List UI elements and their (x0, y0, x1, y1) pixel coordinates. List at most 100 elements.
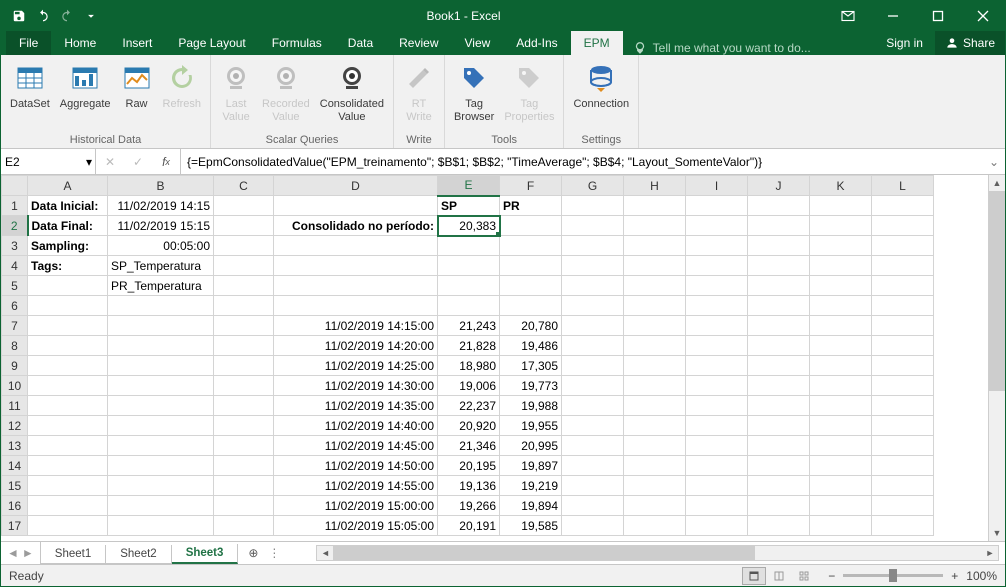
row-header-12[interactable]: 12 (2, 416, 28, 436)
cell-G12[interactable] (562, 416, 624, 436)
cell-H4[interactable] (624, 256, 686, 276)
cell-C1[interactable] (214, 196, 274, 216)
cell-F1[interactable]: PR (500, 196, 562, 216)
cell-K17[interactable] (810, 516, 872, 536)
cell-F2[interactable] (500, 216, 562, 236)
column-header-A[interactable]: A (28, 176, 108, 196)
cell-D9[interactable]: 11/02/2019 14:25:00 (274, 356, 438, 376)
cell-I10[interactable] (686, 376, 748, 396)
cell-B12[interactable] (108, 416, 214, 436)
cell-J10[interactable] (748, 376, 810, 396)
cell-K5[interactable] (810, 276, 872, 296)
cell-D5[interactable] (274, 276, 438, 296)
cell-L7[interactable] (872, 316, 934, 336)
row-header-17[interactable]: 17 (2, 516, 28, 536)
sheet-prev-icon[interactable]: ◄ (7, 546, 19, 560)
spreadsheet-grid[interactable]: ABCDEFGHIJKL 1Data Inicial:11/02/2019 14… (1, 175, 934, 536)
formula-input[interactable]: {=EpmConsolidatedValue("EPM_treinamento"… (181, 149, 983, 174)
row-header-4[interactable]: 4 (2, 256, 28, 276)
cell-E11[interactable]: 22,237 (438, 396, 500, 416)
connection-button[interactable]: Connection (568, 58, 634, 113)
cell-D13[interactable]: 11/02/2019 14:45:00 (274, 436, 438, 456)
cell-H7[interactable] (624, 316, 686, 336)
tab-formulas[interactable]: Formulas (259, 31, 335, 55)
column-header-B[interactable]: B (108, 176, 214, 196)
cell-J6[interactable] (748, 296, 810, 316)
cell-I4[interactable] (686, 256, 748, 276)
cell-J5[interactable] (748, 276, 810, 296)
cell-I3[interactable] (686, 236, 748, 256)
cell-L6[interactable] (872, 296, 934, 316)
name-box[interactable]: ▾ (1, 149, 96, 174)
cell-D1[interactable] (274, 196, 438, 216)
qat-customize-icon[interactable] (80, 5, 102, 27)
tab-review[interactable]: Review (386, 31, 451, 55)
cell-L10[interactable] (872, 376, 934, 396)
cell-H11[interactable] (624, 396, 686, 416)
cell-K1[interactable] (810, 196, 872, 216)
share-button[interactable]: Share (935, 31, 1005, 55)
row-header-13[interactable]: 13 (2, 436, 28, 456)
cell-G15[interactable] (562, 476, 624, 496)
cell-G3[interactable] (562, 236, 624, 256)
cell-B14[interactable] (108, 456, 214, 476)
cell-I6[interactable] (686, 296, 748, 316)
cell-K8[interactable] (810, 336, 872, 356)
cell-I5[interactable] (686, 276, 748, 296)
ribbon-options-icon[interactable] (825, 1, 870, 30)
cancel-formula-icon[interactable]: ✕ (96, 155, 124, 169)
cell-L4[interactable] (872, 256, 934, 276)
cell-I14[interactable] (686, 456, 748, 476)
cell-B7[interactable] (108, 316, 214, 336)
redo-icon[interactable] (56, 5, 78, 27)
cell-K9[interactable] (810, 356, 872, 376)
cell-H12[interactable] (624, 416, 686, 436)
tab-home[interactable]: Home (51, 31, 109, 55)
cell-C12[interactable] (214, 416, 274, 436)
cell-D2[interactable]: Consolidado no período: (274, 216, 438, 236)
cell-J15[interactable] (748, 476, 810, 496)
cell-G11[interactable] (562, 396, 624, 416)
horizontal-scroll-thumb[interactable] (333, 546, 755, 560)
row-header-3[interactable]: 3 (2, 236, 28, 256)
cell-H14[interactable] (624, 456, 686, 476)
cell-B8[interactable] (108, 336, 214, 356)
row-header-9[interactable]: 9 (2, 356, 28, 376)
cell-J16[interactable] (748, 496, 810, 516)
cell-I1[interactable] (686, 196, 748, 216)
cell-A5[interactable] (28, 276, 108, 296)
tab-page-layout[interactable]: Page Layout (165, 31, 258, 55)
scroll-up-icon[interactable]: ▲ (989, 175, 1005, 191)
cell-I13[interactable] (686, 436, 748, 456)
cell-F16[interactable]: 19,894 (500, 496, 562, 516)
cell-C2[interactable] (214, 216, 274, 236)
scroll-left-icon[interactable]: ◄ (317, 548, 333, 558)
cell-C8[interactable] (214, 336, 274, 356)
minimize-button[interactable] (870, 1, 915, 30)
cell-E12[interactable]: 20,920 (438, 416, 500, 436)
cell-G1[interactable] (562, 196, 624, 216)
cell-B2[interactable]: 11/02/2019 15:15 (108, 216, 214, 236)
cell-H9[interactable] (624, 356, 686, 376)
cell-L3[interactable] (872, 236, 934, 256)
cell-C13[interactable] (214, 436, 274, 456)
cell-A8[interactable] (28, 336, 108, 356)
cell-H5[interactable] (624, 276, 686, 296)
cell-A9[interactable] (28, 356, 108, 376)
cell-I8[interactable] (686, 336, 748, 356)
cell-D8[interactable]: 11/02/2019 14:20:00 (274, 336, 438, 356)
cell-B5[interactable]: PR_Temperatura (108, 276, 214, 296)
cell-A4[interactable]: Tags: (28, 256, 108, 276)
cell-C16[interactable] (214, 496, 274, 516)
new-sheet-button[interactable]: ⊕ (238, 542, 268, 564)
cell-G9[interactable] (562, 356, 624, 376)
cell-F4[interactable] (500, 256, 562, 276)
cell-G2[interactable] (562, 216, 624, 236)
cell-C4[interactable] (214, 256, 274, 276)
cell-E15[interactable]: 19,136 (438, 476, 500, 496)
cell-L5[interactable] (872, 276, 934, 296)
cell-H1[interactable] (624, 196, 686, 216)
cell-L8[interactable] (872, 336, 934, 356)
zoom-out-button[interactable]: − (828, 569, 835, 583)
consolidated-value-button[interactable]: ConsolidatedValue (315, 58, 389, 126)
